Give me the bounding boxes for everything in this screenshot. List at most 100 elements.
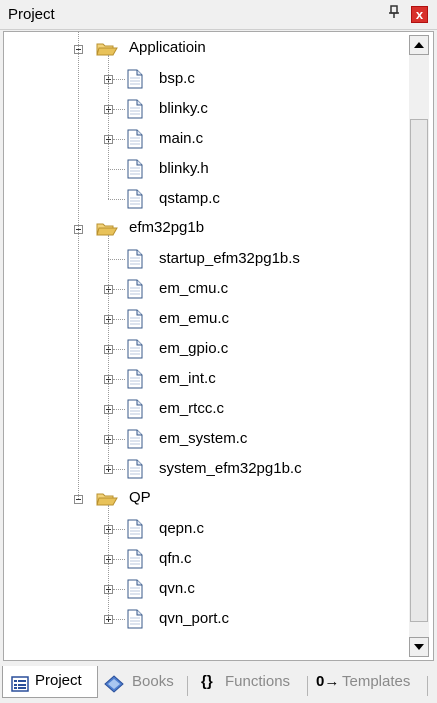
- vertical-scrollbar[interactable]: [409, 35, 429, 657]
- file-icon: [127, 429, 143, 449]
- tree-file-label: qvn.c: [159, 580, 195, 597]
- tree-connector: [113, 319, 125, 320]
- tree-file-label: em_system.c: [159, 430, 248, 447]
- functions-icon: {}: [201, 673, 213, 690]
- tab-functions-label: Functions: [225, 673, 291, 690]
- tree-file-node[interactable]: em_rtcc.c: [4, 395, 404, 423]
- tab-project-label: Project: [35, 672, 82, 689]
- file-icon: [127, 129, 143, 149]
- tree-connector: [113, 619, 125, 620]
- tree-file-node[interactable]: em_cmu.c: [4, 275, 404, 303]
- file-icon: [127, 579, 143, 599]
- tree-file-node[interactable]: main.c: [4, 125, 404, 153]
- file-icon: [127, 309, 143, 329]
- file-icon: [127, 159, 143, 179]
- tab-project[interactable]: Project: [2, 666, 98, 698]
- file-icon: [127, 369, 143, 389]
- tree-file-node[interactable]: qvn.c: [4, 575, 404, 603]
- tree-group-node[interactable]: QP: [4, 485, 404, 513]
- file-icon: [127, 549, 143, 569]
- file-icon: [127, 399, 143, 419]
- panel-tabbar: Project Books {} Functions 0→ Templates: [0, 662, 437, 701]
- tree-connector: [113, 349, 125, 350]
- tree-file-node[interactable]: qepn.c: [4, 515, 404, 543]
- tab-functions[interactable]: {} Functions: [197, 669, 305, 695]
- tree-file-label: qvn_port.c: [159, 610, 230, 627]
- tab-books[interactable]: Books: [102, 669, 184, 695]
- tree-file-label: bsp.c: [159, 70, 195, 87]
- folder-open-icon: [96, 491, 118, 507]
- pin-icon[interactable]: [386, 5, 402, 23]
- tree-file-label: em_rtcc.c: [159, 400, 225, 417]
- books-icon: [104, 675, 124, 693]
- tree-file-node[interactable]: bsp.c: [4, 65, 404, 93]
- tab-books-label: Books: [132, 673, 174, 690]
- tree-connector: [113, 469, 125, 470]
- tab-separator: [307, 676, 308, 696]
- tree-connector: [108, 235, 109, 469]
- arrow-down-icon: [414, 644, 424, 650]
- tree-file-label: blinky.h: [159, 160, 209, 177]
- folder-open-icon: [96, 41, 118, 57]
- tree-connector: [113, 409, 125, 410]
- tree-file-node[interactable]: em_gpio.c: [4, 335, 404, 363]
- close-button[interactable]: x: [411, 6, 428, 23]
- tree-file-node[interactable]: system_efm32pg1b.c: [4, 455, 404, 483]
- scroll-up-button[interactable]: [409, 35, 429, 55]
- tree-connector: [113, 559, 125, 560]
- project-tree[interactable]: Applicatioin bsp.c blinky.c main.c blinky.h q…: [3, 31, 434, 661]
- tree-file-label: startup_efm32pg1b.s: [159, 250, 300, 267]
- scroll-thumb[interactable]: [410, 119, 428, 622]
- folder-open-icon: [96, 221, 118, 237]
- tree-file-node[interactable]: blinky.c: [4, 95, 404, 123]
- tree-file-label: em_cmu.c: [159, 280, 229, 297]
- tree-group-node[interactable]: efm32pg1b: [4, 215, 404, 243]
- tree-file-label: main.c: [159, 130, 204, 147]
- tree-connector: [108, 55, 109, 199]
- tree-file-node[interactable]: blinky.h: [4, 155, 404, 183]
- tree-file-label: blinky.c: [159, 100, 208, 117]
- tree-file-node[interactable]: em_emu.c: [4, 305, 404, 333]
- file-icon: [127, 189, 143, 209]
- tab-separator: [187, 676, 188, 696]
- tree-file-node[interactable]: qvn_port.c: [4, 605, 404, 633]
- tree-connector: [78, 32, 79, 499]
- tree-file-label: system_efm32pg1b.c: [159, 460, 302, 477]
- tree-file-node[interactable]: startup_efm32pg1b.s: [4, 245, 404, 273]
- file-icon: [127, 279, 143, 299]
- file-icon: [127, 459, 143, 479]
- tree-file-label: em_emu.c: [159, 310, 230, 327]
- file-icon: [127, 519, 143, 539]
- tree-connector: [113, 79, 125, 80]
- tree-file-label: qstamp.c: [159, 190, 220, 207]
- tree-connector: [108, 259, 125, 260]
- tree-group-node[interactable]: Applicatioin: [4, 35, 404, 63]
- tree-connector: [113, 109, 125, 110]
- tree-connector: [108, 169, 125, 170]
- tree-file-node[interactable]: qstamp.c: [4, 185, 404, 213]
- tree-file-label: em_gpio.c: [159, 340, 229, 357]
- tab-templates[interactable]: 0→ Templates: [312, 669, 430, 695]
- tree-connector: [113, 589, 125, 590]
- file-icon: [127, 609, 143, 629]
- tree-file-node[interactable]: qfn.c: [4, 545, 404, 573]
- tree-connector: [113, 289, 125, 290]
- file-icon: [127, 339, 143, 359]
- tree-group-label: efm32pg1b: [129, 219, 205, 236]
- tree-connector: [113, 439, 125, 440]
- tree-file-node[interactable]: em_int.c: [4, 365, 404, 393]
- scroll-down-button[interactable]: [409, 637, 429, 657]
- tree-connector: [108, 199, 125, 200]
- panel-titlebar: Project x: [0, 0, 437, 30]
- tree-connector: [108, 505, 109, 619]
- tab-separator: [427, 676, 428, 696]
- tree-file-node[interactable]: em_system.c: [4, 425, 404, 453]
- arrow-up-icon: [414, 42, 424, 48]
- tab-templates-label: Templates: [342, 673, 411, 690]
- file-icon: [127, 249, 143, 269]
- tree-connector: [113, 139, 125, 140]
- panel-title: Project: [8, 6, 55, 23]
- tree-group-label: Applicatioin: [129, 39, 206, 56]
- tree-connector: [113, 379, 125, 380]
- project-icon: [11, 673, 29, 692]
